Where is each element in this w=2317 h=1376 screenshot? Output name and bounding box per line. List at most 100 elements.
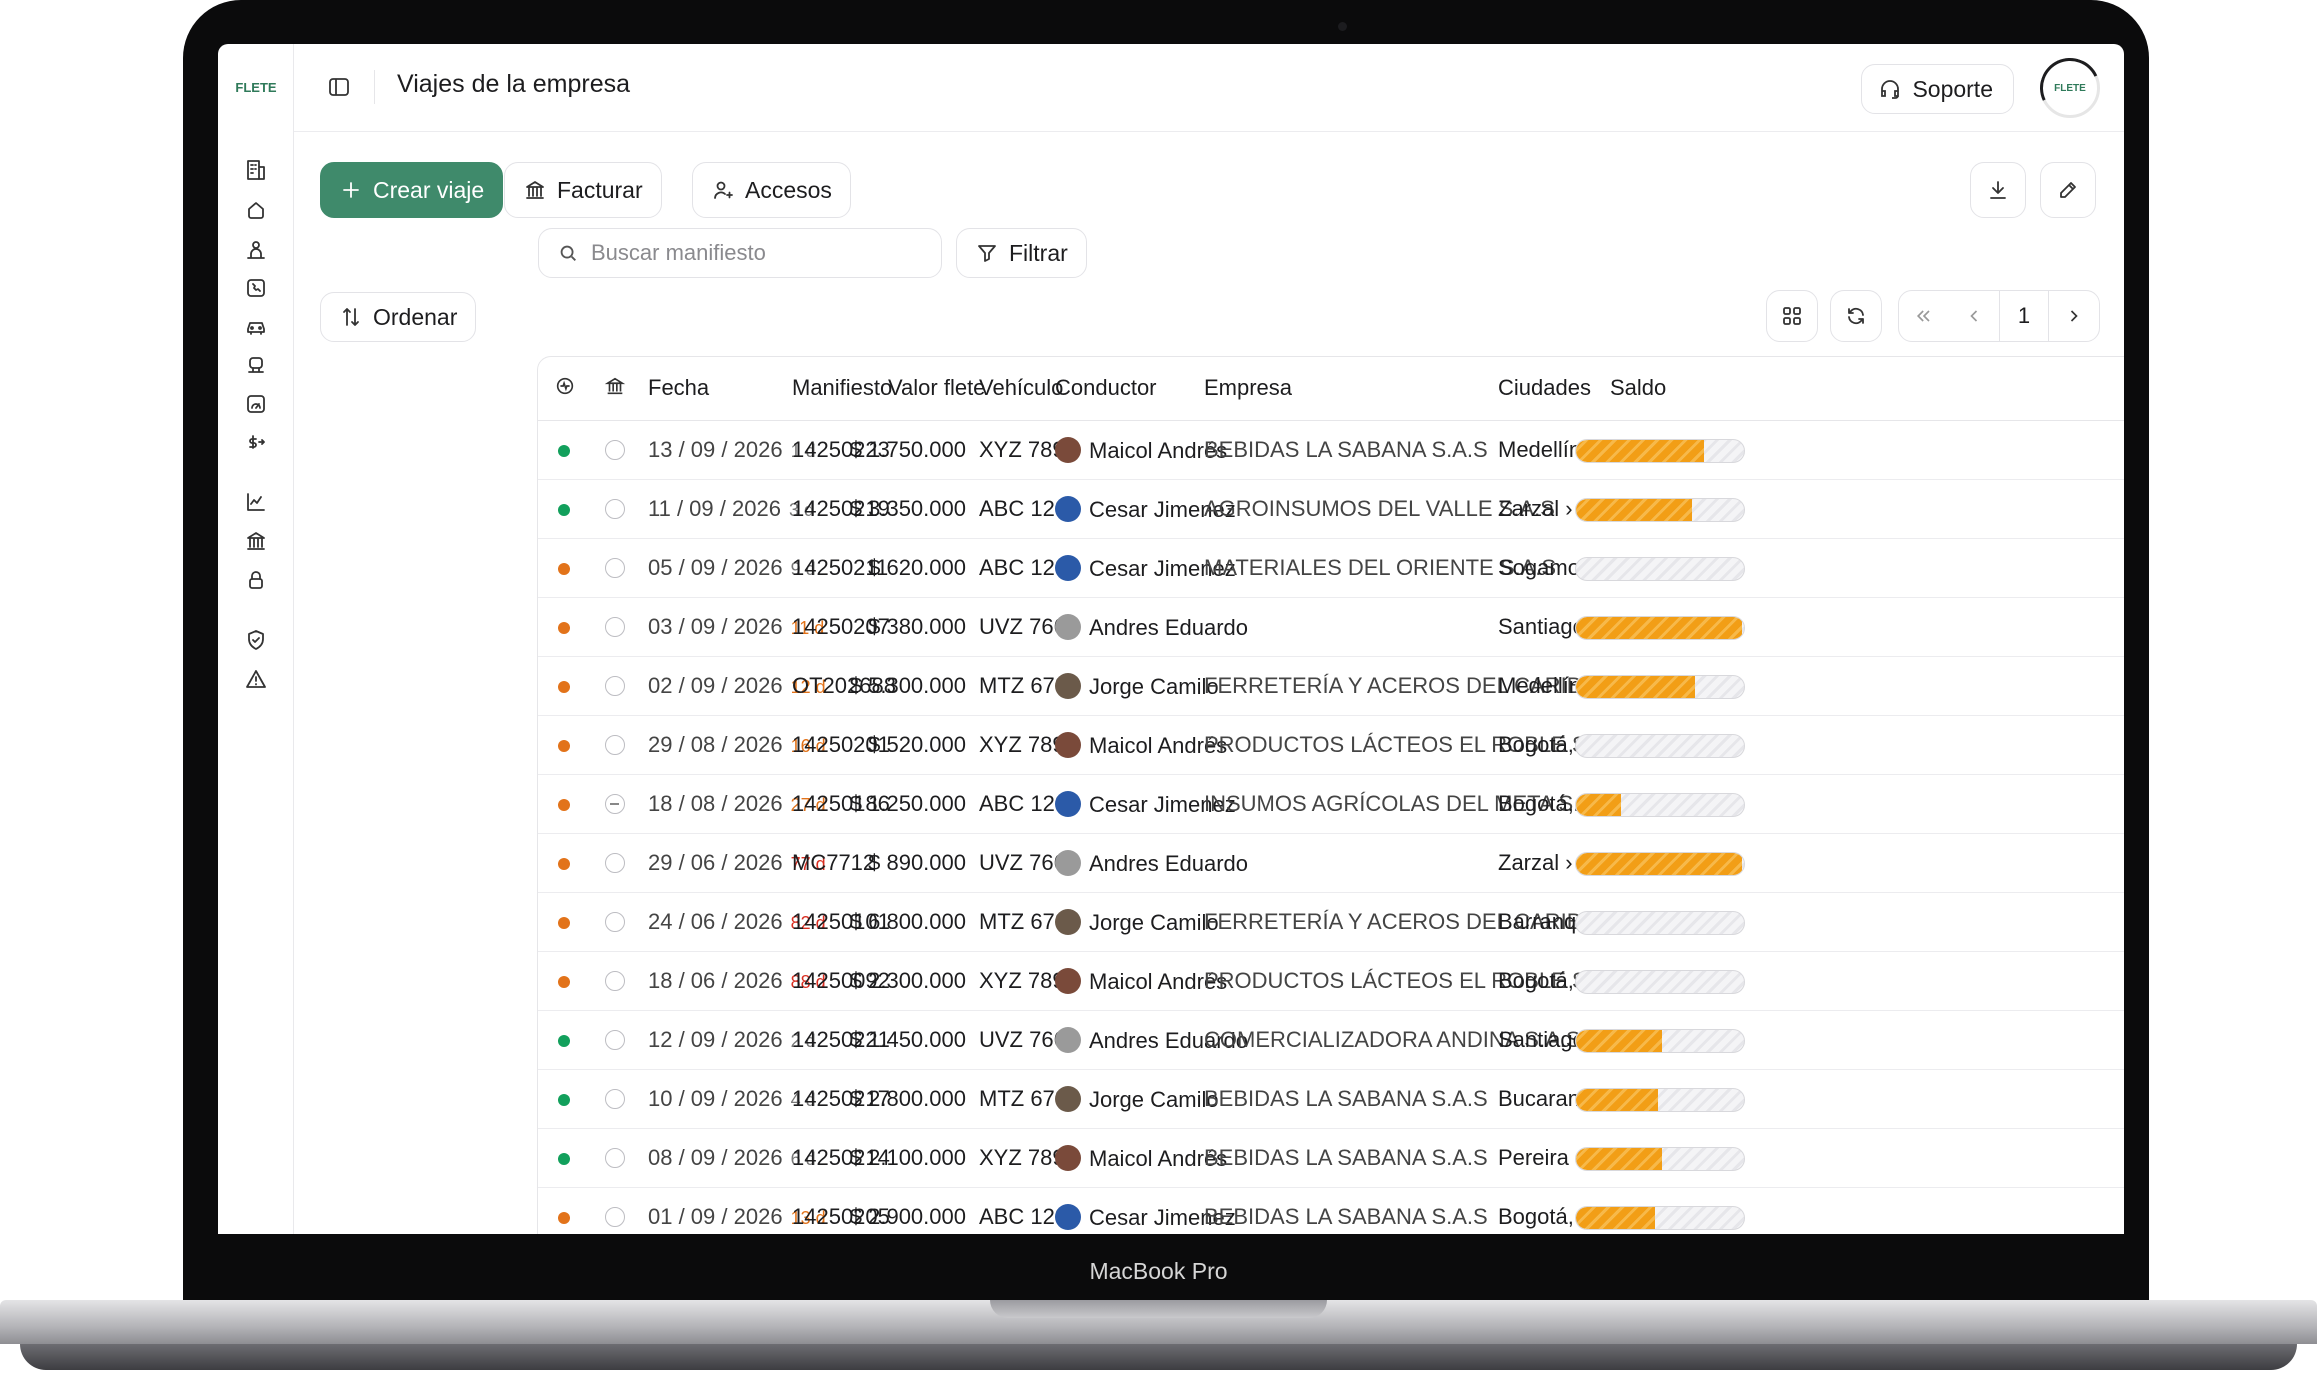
driver-name: Andres Eduardo — [1089, 851, 1248, 876]
row-checkbox[interactable] — [605, 617, 625, 637]
row-checkbox[interactable] — [605, 735, 625, 755]
sort-button[interactable]: Ordenar — [320, 292, 477, 342]
saldo-progress — [1575, 970, 1745, 994]
table-row[interactable]: 12 / 09 / 2026 2 d 14250221 $ 1.450.000 U… — [538, 1011, 2124, 1070]
table-row[interactable]: 08 / 09 / 2026 6 d 14250214 $ 2.100.000 X… — [538, 1129, 2124, 1188]
sort-label: Ordenar — [373, 303, 458, 330]
app-logo[interactable]: FLETE — [232, 80, 280, 95]
sidebar-driver-icon[interactable] — [240, 349, 272, 381]
search-input[interactable] — [591, 240, 921, 266]
table-row[interactable]: 10 / 09 / 2026 4 d 14250217 $ 2.800.000 M… — [538, 1070, 2124, 1129]
driver-name: Jorge Camilo — [1089, 910, 1219, 935]
row-checkbox[interactable] — [605, 1030, 625, 1050]
row-checkbox[interactable] — [605, 971, 625, 991]
table-row[interactable]: 13 / 09 / 2026 1 d 14250223 $ 1.750.000 X… — [538, 421, 2124, 480]
download-button[interactable] — [1970, 162, 2026, 218]
support-button[interactable]: Soporte — [1861, 64, 2014, 114]
sidebar-payments-icon[interactable] — [240, 426, 272, 458]
sidebar-lock-icon[interactable] — [240, 564, 272, 596]
sidebar-warning-icon[interactable] — [240, 663, 272, 695]
col-vehiculo[interactable]: Vehículo — [979, 375, 1063, 401]
driver-avatar — [1055, 1204, 1081, 1230]
row-checkbox[interactable] — [605, 794, 625, 814]
first-page-button[interactable] — [1899, 291, 1949, 341]
sidebar-shield-icon[interactable] — [240, 624, 272, 656]
col-valor-flete[interactable]: Valor flete — [888, 375, 985, 401]
sidebar-bank-icon[interactable] — [240, 525, 272, 557]
status-dot — [558, 1035, 570, 1047]
table-row[interactable]: 18 / 06 / 2026 88 d 14250092 $ 2.300.000 … — [538, 952, 2124, 1011]
driver-avatar — [1055, 968, 1081, 994]
cell-vehicle: MTZ 678 — [979, 1086, 1068, 1111]
driver-avatar — [1055, 555, 1081, 581]
status-dot — [558, 1212, 570, 1224]
invoice-button[interactable]: Facturar — [504, 162, 662, 218]
sidebar-building-icon[interactable] — [240, 154, 272, 186]
grid-view-button[interactable] — [1766, 290, 1818, 342]
sidebar-home-icon[interactable] — [240, 194, 272, 226]
row-checkbox[interactable] — [605, 676, 625, 696]
sidebar-phone-icon[interactable] — [240, 272, 272, 304]
bank-column-icon[interactable] — [604, 375, 626, 403]
cell-driver: Jorge Camilo — [1055, 673, 1219, 700]
cell-date: 13 / 09 / 2026 1 d — [648, 437, 816, 463]
cell-value: $ 620.000 — [868, 555, 966, 580]
row-checkbox[interactable] — [605, 912, 625, 932]
sidebar-gauge-icon[interactable] — [240, 388, 272, 420]
saldo-progress — [1575, 439, 1745, 463]
create-trip-label: Crear viaje — [373, 176, 485, 203]
support-label: Soporte — [1912, 75, 1993, 102]
table-row[interactable]: 03 / 09 / 2026 11 d 14250207 $ 380.000 UV… — [538, 598, 2124, 657]
row-checkbox[interactable] — [605, 499, 625, 519]
create-trip-button[interactable]: Crear viaje — [320, 162, 504, 218]
cell-value: $ 1.450.000 — [849, 1027, 966, 1052]
sidebar-toggle-icon[interactable] — [324, 72, 354, 102]
cell-vehicle: MTZ 678 — [979, 909, 1068, 934]
col-conductor[interactable]: Conductor — [1055, 375, 1157, 401]
row-checkbox[interactable] — [605, 1089, 625, 1109]
divider — [374, 70, 375, 104]
table-row[interactable]: 24 / 06 / 2026 82 d 14250101 $ 6.800.000 … — [538, 893, 2124, 952]
col-manifiesto[interactable]: Manifiesto — [792, 375, 892, 401]
next-page-button[interactable] — [2049, 291, 2099, 341]
col-ciudades[interactable]: Ciudades — [1498, 375, 1591, 401]
table-row[interactable]: 05 / 09 / 2026 9 d 14250211 $ 620.000 ABC… — [538, 539, 2124, 598]
cell-value: $ 520.000 — [868, 732, 966, 757]
sidebar-chart-icon[interactable] — [240, 486, 272, 518]
row-checkbox[interactable] — [605, 1207, 625, 1227]
access-button[interactable]: Accesos — [692, 162, 851, 218]
row-checkbox[interactable] — [605, 853, 625, 873]
refresh-button[interactable] — [1830, 290, 1882, 342]
prev-page-button[interactable] — [1949, 291, 1999, 341]
user-avatar[interactable]: FLETE — [2031, 49, 2109, 127]
sidebar-car-icon[interactable] — [240, 310, 272, 342]
table-row[interactable]: 02 / 09 / 2026 12 d OT202688 $ 5.300.000 … — [538, 657, 2124, 716]
row-checkbox[interactable] — [605, 1148, 625, 1168]
driver-avatar — [1055, 673, 1081, 699]
sidebar-users-icon[interactable] — [240, 234, 272, 266]
page-title: Viajes de la empresa — [397, 70, 631, 98]
driver-name: Andres Eduardo — [1089, 615, 1248, 640]
edit-button[interactable] — [2040, 162, 2096, 218]
table-row[interactable]: 11 / 09 / 2026 3 d 14250219 $ 3.350.000 A… — [538, 480, 2124, 539]
col-empresa[interactable]: Empresa — [1204, 375, 1292, 401]
cell-vehicle: XYZ 789 — [979, 732, 1065, 757]
saldo-progress — [1575, 1088, 1745, 1112]
table-row[interactable]: 01 / 09 / 2026 13 d 14250205 $ 2.900.000 … — [538, 1188, 2124, 1234]
row-checkbox[interactable] — [605, 558, 625, 578]
driver-avatar — [1055, 1027, 1081, 1053]
status-column-icon[interactable] — [554, 375, 576, 403]
cell-value: $ 2.900.000 — [849, 1204, 966, 1229]
filter-button[interactable]: Filtrar — [956, 228, 1087, 278]
table-row[interactable]: 29 / 08 / 2026 16 d 14250201 $ 520.000 XY… — [538, 716, 2124, 775]
table-row[interactable]: 18 / 08 / 2026 27 d 14250186 $ 1.250.000 … — [538, 775, 2124, 834]
row-checkbox[interactable] — [605, 440, 625, 460]
current-page[interactable]: 1 — [1999, 291, 2049, 341]
search-box[interactable] — [538, 228, 942, 278]
table-row[interactable]: 29 / 06 / 2026 77 d MC7712 $ 890.000 UVZ … — [538, 834, 2124, 893]
saldo-progress-fill — [1576, 1089, 1659, 1111]
status-dot — [558, 563, 570, 575]
saldo-progress — [1575, 734, 1745, 758]
col-saldo[interactable]: Saldo — [1610, 375, 1666, 401]
col-fecha[interactable]: Fecha — [648, 375, 709, 401]
